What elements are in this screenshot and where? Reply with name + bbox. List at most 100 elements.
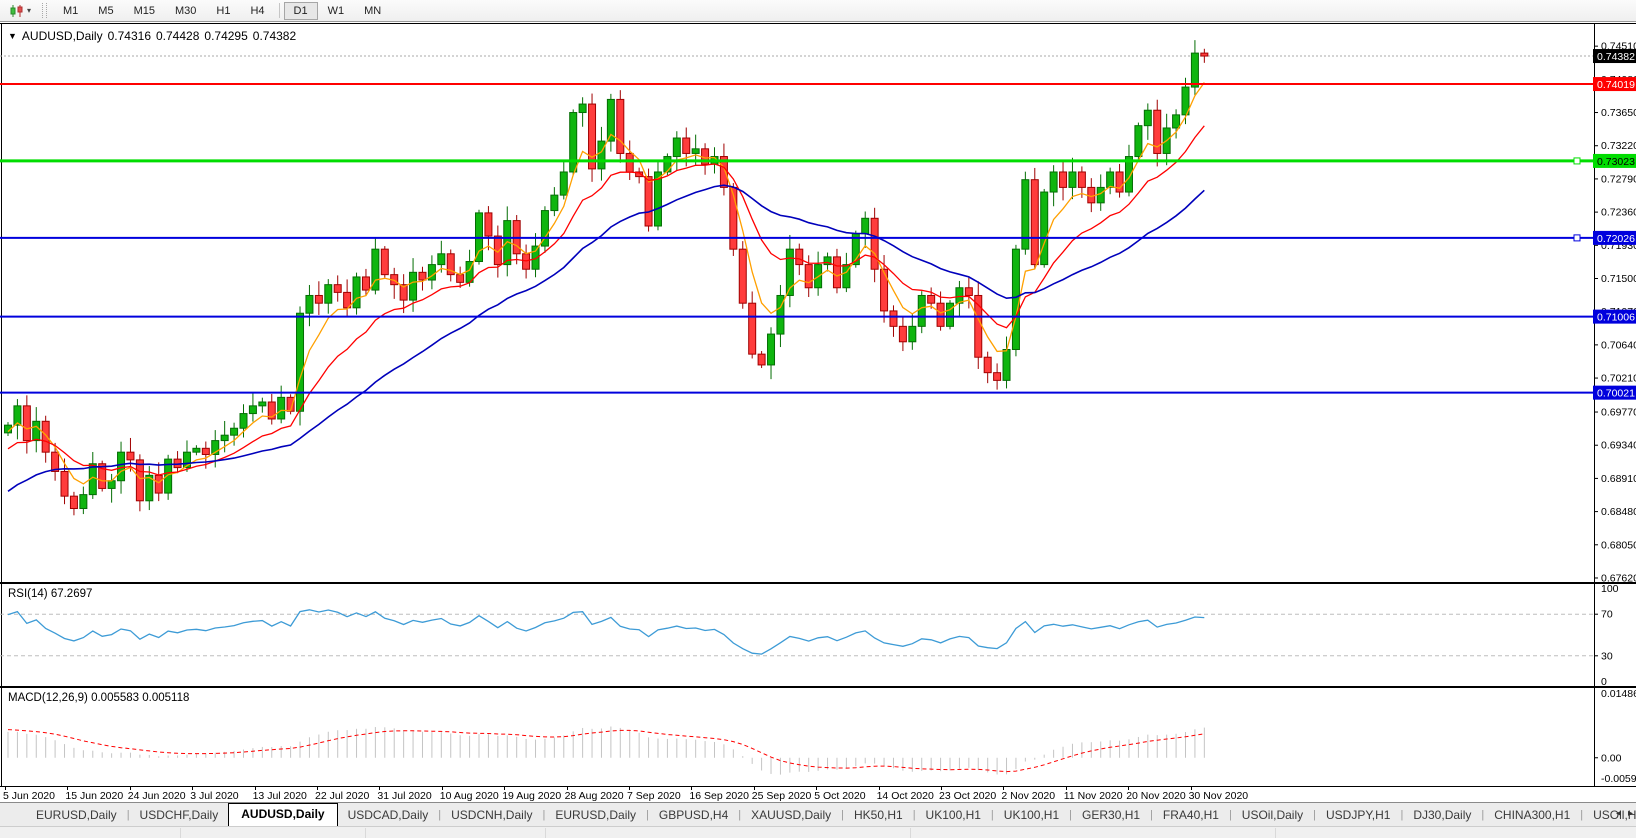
price-tick-label: 0.70640 [1601, 339, 1636, 351]
rsi-tick-label: 30 [1601, 650, 1613, 662]
timeframe-button-group: M1 M5 M15 M30 H1 H4 D1 W1 MN [53, 1, 391, 20]
tab-scroll-right-icon[interactable]: ▸ [1628, 808, 1633, 819]
candlestick-series [4, 40, 1209, 516]
macd-panel-canvas[interactable]: 0.014861 0.00 -0.00593 [0, 687, 1636, 786]
chart-symbol-label: AUDUSD,Daily [21, 29, 103, 43]
tab-usdcad-daily[interactable]: USDCAD,Daily [338, 805, 439, 826]
candlestick-chart-icon [10, 4, 23, 17]
timeframe-button-m5[interactable]: M5 [88, 2, 123, 20]
tab-hk50-h1[interactable]: HK50,H1 [844, 805, 913, 826]
price-tick-label: 0.70210 [1601, 373, 1636, 385]
toolbar-separator [278, 3, 280, 18]
price-tick-label: 0.69340 [1601, 440, 1636, 452]
date-label: 20 Nov 2020 [1126, 790, 1186, 802]
svg-text:0.74019: 0.74019 [1597, 79, 1635, 91]
tab-audusd-daily[interactable]: AUDUSD,Daily [228, 803, 338, 826]
date-label: 10 Aug 2020 [439, 790, 499, 802]
macd-tick-label: -0.00593 [1601, 773, 1636, 785]
tab-usdchf-daily[interactable]: USDCHF,Daily [130, 805, 229, 826]
timeframe-button-w1[interactable]: W1 [318, 2, 355, 20]
timeframe-button-h4[interactable]: H4 [240, 2, 274, 20]
collapse-triangle-icon[interactable]: ▼ [8, 31, 17, 41]
rsi-tick-label: 0 [1601, 676, 1607, 687]
rsi-tick-label: 70 [1601, 609, 1613, 621]
tab-uk100-h1[interactable]: UK100,H1 [916, 805, 991, 826]
price-tick-label: 0.72360 [1601, 207, 1636, 219]
timeframe-button-m15[interactable]: M15 [124, 2, 165, 20]
date-label: 25 Sep 2020 [751, 790, 812, 802]
date-label: 16 Sep 2020 [689, 790, 749, 802]
macd-histogram [7, 726, 1205, 775]
price-tick-label: 0.73220 [1601, 140, 1636, 152]
date-label: 15 Jun 2020 [65, 790, 124, 802]
timeframe-button-mn[interactable]: MN [354, 2, 391, 20]
price-tick-label: 0.68050 [1601, 539, 1636, 551]
tab-xauusd-daily[interactable]: XAUUSD,Daily [741, 805, 841, 826]
svg-text:0.74382: 0.74382 [1597, 51, 1635, 63]
price-tick-label: 0.73650 [1601, 107, 1636, 119]
ohlc-high: 0.74428 [156, 29, 200, 43]
price-tick-label: 0.67620 [1601, 572, 1636, 583]
price-tick-label: 0.68480 [1601, 506, 1636, 518]
tab-eurusd-daily[interactable]: EURUSD,Daily [26, 805, 127, 826]
ohlc-close: 0.74382 [252, 29, 297, 43]
toolbar-grip [42, 3, 48, 18]
date-label: 31 Jul 2020 [377, 790, 432, 802]
tab-fra40-h1[interactable]: FRA40,H1 [1153, 805, 1229, 826]
rsi-tick-label: 100 [1601, 583, 1619, 595]
price-tick-label: 0.69770 [1601, 407, 1636, 419]
date-label: 22 Jul 2020 [315, 790, 370, 802]
date-label: 14 Oct 2020 [876, 790, 934, 802]
timeframe-button-m30[interactable]: M30 [165, 2, 206, 20]
tab-gbpusd-h4[interactable]: GBPUSD,H4 [649, 805, 738, 826]
rsi-panel-canvas[interactable]: 100 70 30 0 [0, 583, 1636, 687]
status-separator [180, 828, 181, 838]
date-label: 13 Jul 2020 [252, 790, 307, 802]
tab-usdjpy-h1[interactable]: USDJPY,H1 [1316, 805, 1400, 826]
timeframe-button-h1[interactable]: H1 [206, 2, 240, 20]
timeframe-button-m1[interactable]: M1 [53, 2, 88, 20]
macd-tick-label: 0.00 [1601, 752, 1622, 764]
tab-eurusd-daily[interactable]: EURUSD,Daily [545, 805, 646, 826]
tab-china300-h1[interactable]: CHINA300,H1 [1484, 805, 1580, 826]
chart-tab-bar: EURUSD,Daily | USDCHF,Daily AUDUSD,Daily USD… [0, 802, 1636, 826]
main-chart-canvas[interactable]: 0.745100.740800.736500.732200.727900.723… [0, 23, 1636, 583]
tab-scroll-arrows: ◂ ▸ [1616, 808, 1633, 819]
ma-fast-line [7, 82, 1205, 485]
time-axis[interactable]: 5 Jun 2020 15 Jun 2020 24 Jun 2020 3 Jul 20… [0, 786, 1636, 802]
date-label: 19 Aug 2020 [502, 790, 562, 802]
date-label: 30 Nov 2020 [1188, 790, 1249, 802]
line-handle[interactable] [1573, 157, 1581, 165]
ma-mid-line [7, 125, 1205, 476]
chevron-down-icon: ▾ [27, 5, 32, 15]
rsi-indicator-label: RSI(14) 67.2697 [8, 588, 93, 600]
chart-type-button[interactable]: ▾ [4, 1, 36, 21]
top-toolbar: ▾ M1 M5 M15 M30 H1 H4 D1 W1 MN [0, 0, 1636, 22]
status-separator [1275, 828, 1276, 838]
rsi-line [7, 609, 1205, 655]
status-separator [910, 828, 911, 838]
date-label: 2 Nov 2020 [1001, 790, 1056, 802]
status-separator [545, 828, 546, 838]
macd-signal-line [7, 729, 1205, 773]
svg-text:0.71006: 0.71006 [1597, 312, 1635, 324]
tab-scroll-left-icon[interactable]: ◂ [1616, 808, 1621, 819]
tab-usoil-daily[interactable]: USOil,Daily [1232, 805, 1313, 826]
date-label: 3 Jul 2020 [190, 790, 239, 802]
tab-ger30-h1[interactable]: GER30,H1 [1072, 805, 1150, 826]
svg-text:0.72026: 0.72026 [1597, 233, 1635, 245]
date-label: 5 Jun 2020 [3, 790, 55, 802]
date-label: 11 Nov 2020 [1063, 790, 1123, 802]
tab-uk100-h1[interactable]: UK100,H1 [994, 805, 1069, 826]
tab-usdcnh-daily[interactable]: USDCNH,Daily [441, 805, 542, 826]
tab-dj30-daily[interactable]: DJ30,Daily [1403, 805, 1481, 826]
date-label: 5 Oct 2020 [814, 790, 866, 802]
price-tick-label: 0.71500 [1601, 273, 1636, 285]
date-label: 23 Oct 2020 [939, 790, 997, 802]
timeframe-button-d1[interactable]: D1 [283, 1, 318, 20]
line-handle[interactable] [1573, 234, 1581, 242]
price-tick-label: 0.72790 [1601, 173, 1636, 185]
date-label: 7 Sep 2020 [627, 790, 681, 802]
ohlc-low: 0.74295 [204, 29, 248, 43]
price-tick-label: 0.68910 [1601, 473, 1636, 485]
